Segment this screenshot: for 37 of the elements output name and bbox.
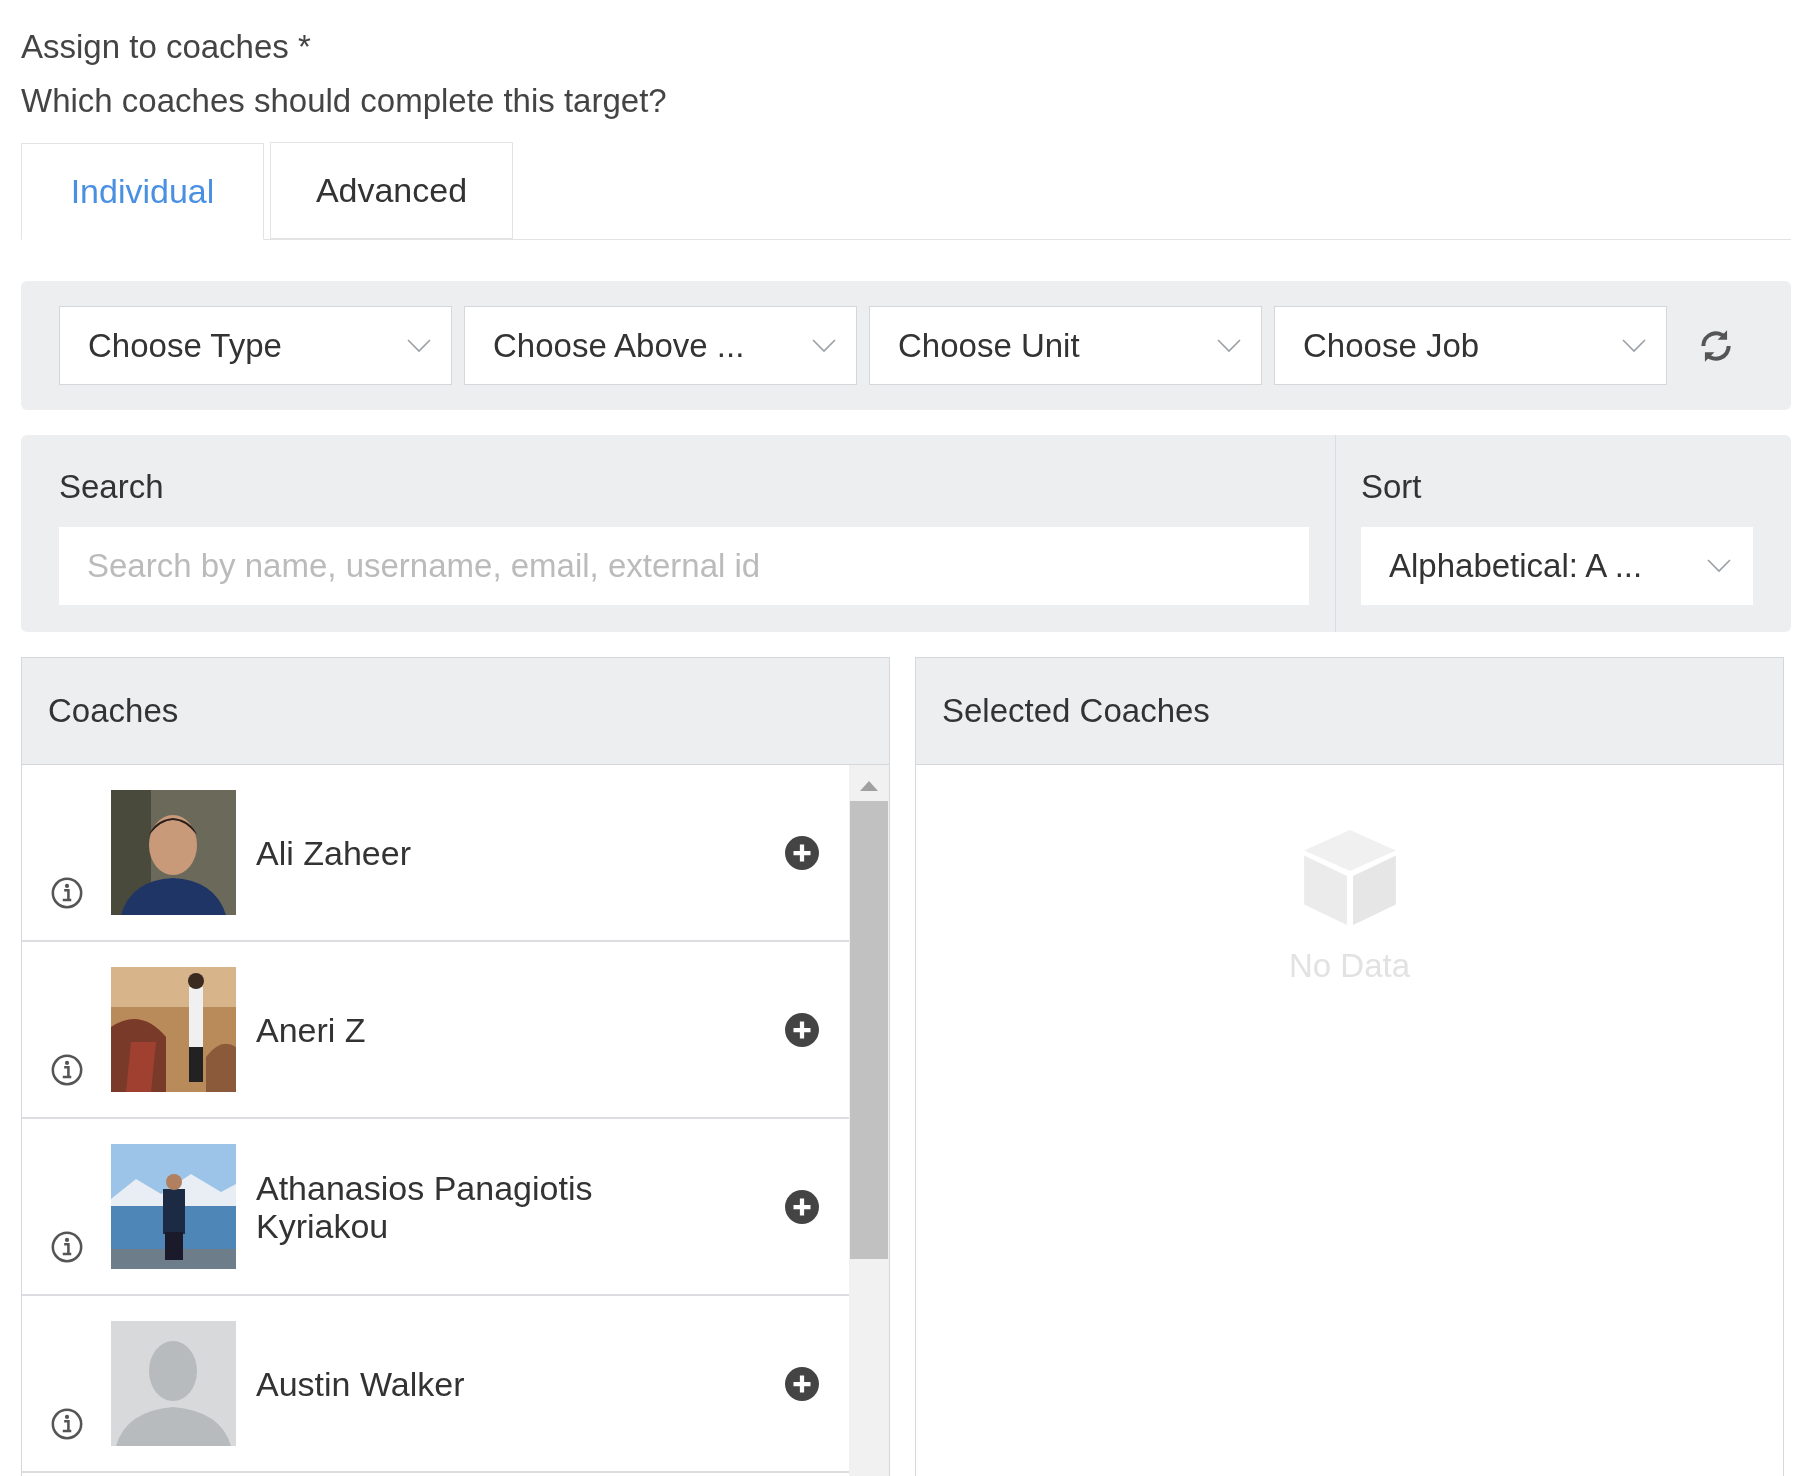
sort-label: Sort [1361, 467, 1423, 507]
scrollbar-thumb[interactable] [850, 801, 888, 1259]
chevron-down-icon [1217, 338, 1241, 353]
coach-name: Aneri Z [256, 1010, 367, 1049]
add-icon[interactable] [785, 835, 819, 870]
coach-name: Ali Zaheer [256, 833, 412, 872]
dropdown[interactable]: Choose Above ... [464, 306, 857, 385]
info-icon[interactable] [49, 1053, 84, 1087]
panel-title: Selected Coaches [942, 691, 1210, 732]
sort-dropdown[interactable]: Alphabetical: A ... [1361, 527, 1753, 605]
coach-row[interactable]: Austin Walker [22, 1296, 849, 1473]
dropdown[interactable]: Choose Unit [869, 306, 1262, 385]
panel-title: Coaches [48, 691, 179, 732]
field-description: Which coaches should complete this target? [21, 81, 668, 121]
dropdown[interactable]: Choose Job [1274, 306, 1667, 385]
coach-row[interactable]: Ali Zaheer [22, 765, 849, 942]
info-icon[interactable] [49, 1230, 84, 1264]
dropdown[interactable]: Choose Type [59, 306, 452, 385]
add-icon[interactable] [785, 1189, 819, 1224]
chevron-down-icon [1622, 338, 1646, 353]
coach-name: Austin Walker [256, 1364, 466, 1403]
coach-row[interactable]: Aneri Z [22, 942, 849, 1119]
chevron-down-icon [407, 338, 431, 353]
avatar-silhouette-icon [111, 1321, 236, 1446]
coach-name: Athanasios Panagiotis Kyriakou [256, 1168, 594, 1245]
add-icon[interactable] [785, 1366, 819, 1401]
search-label: Search [59, 467, 165, 507]
field-label: Assign to coaches * [21, 27, 312, 67]
info-icon[interactable] [49, 876, 84, 910]
chevron-down-icon [1707, 559, 1731, 573]
tab[interactable]: Advanced [270, 142, 513, 239]
add-icon[interactable] [785, 1012, 819, 1047]
coach-row[interactable]: Athanasios Panagiotis Kyriakou [22, 1119, 849, 1296]
info-icon[interactable] [49, 1407, 84, 1441]
scrollbar[interactable] [849, 765, 889, 1476]
chevron-down-icon [812, 338, 836, 353]
search-field[interactable]: Search by name, username, email, external id [59, 527, 1309, 605]
